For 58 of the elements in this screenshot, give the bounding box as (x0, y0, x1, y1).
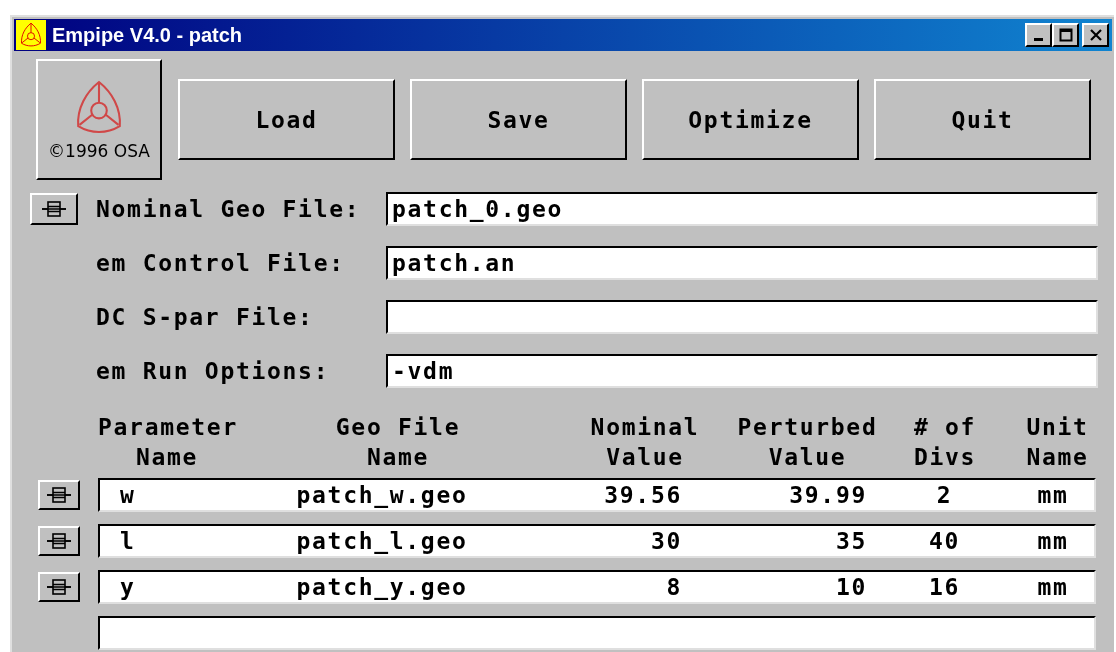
list-icon (46, 532, 72, 550)
input-field[interactable]: patch.an (386, 246, 1098, 280)
input-field[interactable]: -vdm (386, 354, 1098, 388)
table-cell-text: 40 (927, 527, 962, 556)
table-cell-text: 39.99 (788, 481, 868, 510)
column-header: Parameter Name (98, 413, 236, 472)
close-icon (1088, 28, 1103, 42)
input-field[interactable]: patch_0.geo (386, 192, 1098, 226)
table-cell-text: patch_y.geo (295, 573, 469, 602)
minimize-button[interactable] (1025, 23, 1052, 47)
column-header: Unit Name (1025, 413, 1090, 472)
table-cell-text: 35 (834, 527, 868, 556)
table-cell-text: patch_w.geo (295, 481, 469, 510)
column-header: Nominal Value (589, 413, 701, 472)
field-label: em Run Options: (96, 358, 331, 384)
table-cell-text: mm (1036, 481, 1070, 510)
window-title: Empipe V4.0 - patch (52, 23, 243, 47)
list-button[interactable] (38, 526, 80, 556)
parameter-row[interactable]: l patch_l.geo 30 35 40 mm (98, 524, 1096, 558)
copyright-label: ©1996 OSA (48, 140, 150, 161)
list-button[interactable] (38, 572, 80, 602)
parameter-row[interactable]: y patch_y.geo 8 10 16 mm (98, 570, 1096, 604)
table-cell-text: 16 (927, 573, 962, 602)
table-cell-text: 30 (649, 527, 683, 556)
field-label: DC S-par File: (96, 304, 315, 330)
parameter-row[interactable] (98, 616, 1096, 650)
list-icon (41, 200, 67, 218)
close-button[interactable] (1082, 23, 1109, 47)
column-header: Geo File Name (334, 413, 462, 472)
list-icon (46, 578, 72, 596)
input-field[interactable] (386, 300, 1098, 334)
toolbar-button[interactable]: Load (178, 79, 395, 160)
table-cell-text: mm (1036, 573, 1070, 602)
table-cell-text: w (119, 481, 137, 510)
table-cell-text: 39.56 (603, 481, 683, 510)
toolbar-button[interactable]: Optimize (642, 79, 859, 160)
column-header: Perturbed Value (736, 413, 879, 472)
minimize-icon (1034, 37, 1043, 41)
maximize-icon (1058, 28, 1073, 42)
table-cell-text: 8 (665, 573, 683, 602)
table-cell-text: patch_l.geo (295, 527, 469, 556)
toolbar-button[interactable]: Quit (874, 79, 1091, 160)
table-cell-text: 10 (834, 573, 868, 602)
field-label: Nominal Geo File: (96, 196, 362, 222)
list-button[interactable] (30, 193, 78, 225)
list-button[interactable] (38, 480, 80, 510)
list-icon (46, 486, 72, 504)
parameter-row[interactable]: w patch_w.geo 39.56 39.99 2 mm (98, 478, 1096, 512)
logo-icon (19, 22, 43, 48)
table-cell-text: mm (1036, 527, 1070, 556)
logo-button[interactable]: ©1996 OSA (36, 59, 162, 180)
column-header: # of Divs (912, 413, 978, 472)
maximize-button[interactable] (1052, 23, 1079, 47)
table-cell-text: 2 (935, 481, 954, 510)
table-cell-text: y (119, 573, 137, 602)
table-cell-text: l (119, 527, 137, 556)
toolbar-button[interactable]: Save (410, 79, 627, 160)
field-label: em Control File: (96, 250, 346, 276)
